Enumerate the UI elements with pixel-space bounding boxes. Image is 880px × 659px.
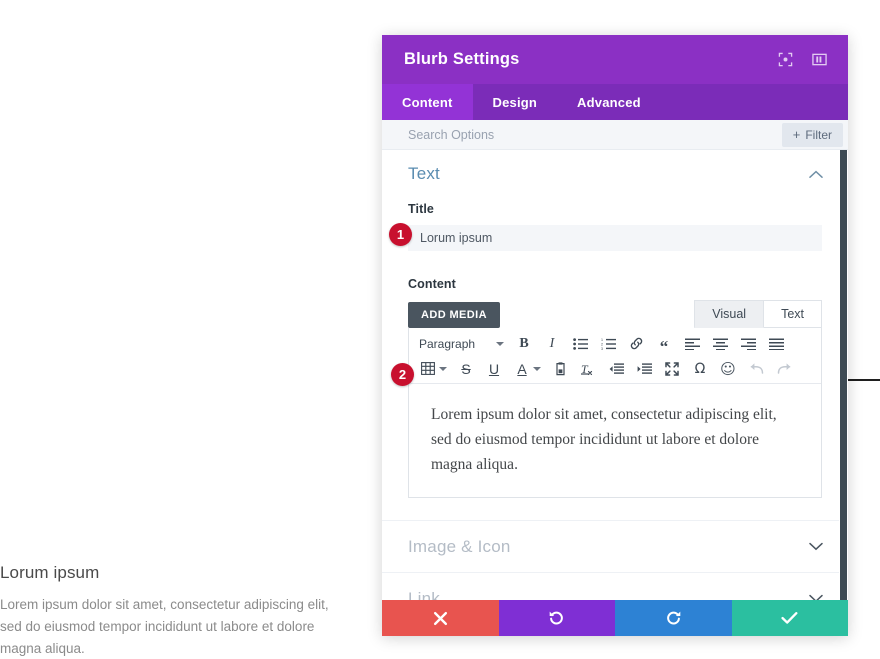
paste-as-text-icon[interactable] bbox=[546, 357, 574, 381]
tab-design[interactable]: Design bbox=[473, 84, 558, 120]
strikethrough-icon[interactable]: S bbox=[452, 357, 480, 381]
annotation-badge-1: 1 bbox=[389, 223, 412, 246]
editor-paragraph: Lorem ipsum dolor sit amet, consectetur … bbox=[431, 406, 777, 474]
content-field-label: Content bbox=[408, 277, 456, 291]
svg-text:3: 3 bbox=[601, 347, 603, 350]
italic-icon[interactable]: I bbox=[538, 332, 566, 356]
redo-icon[interactable] bbox=[770, 357, 798, 381]
cancel-button[interactable] bbox=[382, 600, 499, 636]
fullscreen-icon[interactable] bbox=[658, 357, 686, 381]
undo-icon[interactable] bbox=[742, 357, 770, 381]
close-x-icon bbox=[433, 611, 447, 625]
plus-icon: + bbox=[792, 127, 801, 142]
chevron-down-icon[interactable] bbox=[808, 591, 824, 600]
page-preview-blurb: Lorum ipsum Lorem ipsum dolor sit amet, … bbox=[0, 563, 330, 659]
underline-icon[interactable]: U bbox=[480, 357, 508, 381]
align-right-icon[interactable] bbox=[734, 332, 762, 356]
section-text: Text Title Content ADD MEDIA bbox=[382, 150, 848, 522]
text-color-menu[interactable]: A bbox=[508, 357, 546, 381]
checkmark-icon bbox=[781, 612, 798, 624]
editor-mode-tabs: Visual Text bbox=[694, 300, 822, 328]
redo-arrow-icon bbox=[666, 611, 681, 625]
paragraph-format-select[interactable]: Paragraph bbox=[414, 337, 510, 351]
outdent-icon[interactable] bbox=[602, 357, 630, 381]
screen: Lorum ipsum Lorem ipsum dolor sit amet, … bbox=[0, 0, 880, 659]
tab-content[interactable]: Content bbox=[382, 84, 473, 120]
chevron-down-icon bbox=[533, 366, 541, 371]
svg-text:1: 1 bbox=[601, 338, 603, 342]
align-left-icon[interactable] bbox=[678, 332, 706, 356]
add-media-button[interactable]: ADD MEDIA bbox=[408, 302, 500, 328]
preview-body: Lorem ipsum dolor sit amet, consectetur … bbox=[0, 597, 329, 656]
fullscreen-target-icon[interactable] bbox=[774, 49, 796, 71]
tab-visual[interactable]: Visual bbox=[694, 300, 765, 328]
filter-button-label: Filter bbox=[805, 127, 832, 142]
search-input[interactable] bbox=[382, 120, 782, 149]
emoji-icon[interactable]: ☺ bbox=[714, 357, 742, 381]
section-text-content: Title Content ADD MEDIA Visual Text bbox=[382, 202, 848, 520]
undo-arrow-icon bbox=[549, 611, 564, 625]
modal-title: Blurb Settings bbox=[404, 50, 520, 68]
modal-footer bbox=[382, 600, 848, 636]
section-link-title: Link bbox=[408, 588, 440, 600]
title-input[interactable] bbox=[408, 225, 822, 251]
tab-text[interactable]: Text bbox=[764, 300, 822, 328]
editor-toolbar-row-2: S U A T Ω ☺ bbox=[414, 356, 816, 381]
align-justify-icon[interactable] bbox=[762, 332, 790, 356]
align-center-icon[interactable] bbox=[706, 332, 734, 356]
blockquote-icon[interactable]: “ bbox=[650, 332, 678, 356]
table-menu[interactable] bbox=[414, 357, 452, 381]
save-button[interactable] bbox=[731, 600, 848, 636]
content-editor: Paragraph B I 1 2 3 “ S U A T Ω ☺ Lorem … bbox=[408, 328, 822, 499]
chevron-down-icon bbox=[439, 366, 447, 371]
paragraph-format-label: Paragraph bbox=[419, 336, 476, 351]
search-options-row: + Filter bbox=[382, 120, 848, 150]
chevron-up-icon[interactable] bbox=[808, 166, 824, 182]
editor-top-row: ADD MEDIA Visual Text bbox=[408, 300, 822, 328]
editor-text-area[interactable]: Lorem ipsum dolor sit amet, consectetur … bbox=[409, 384, 821, 498]
modal-scrollbar[interactable] bbox=[839, 150, 848, 600]
preview-title: Lorum ipsum bbox=[0, 563, 100, 582]
filter-button[interactable]: + Filter bbox=[781, 122, 843, 147]
blurb-settings-modal: Blurb Settings Content Design Advanced S… bbox=[382, 35, 848, 636]
clear-formatting-icon[interactable]: T bbox=[574, 357, 602, 381]
modal-scroll-body: Text Title Content ADD MEDIA bbox=[382, 150, 848, 600]
editor-toolbar-row-1: Paragraph B I 1 2 3 “ bbox=[414, 331, 816, 356]
indent-icon[interactable] bbox=[630, 357, 658, 381]
section-image-icon: Image & Icon bbox=[382, 521, 848, 574]
numbered-list-icon[interactable]: 1 2 3 bbox=[594, 332, 622, 356]
panel-layout-icon[interactable] bbox=[808, 49, 830, 71]
chevron-down-icon[interactable] bbox=[808, 539, 824, 555]
undo-button[interactable] bbox=[498, 600, 615, 636]
special-character-icon[interactable]: Ω bbox=[686, 357, 714, 381]
section-image-icon-title: Image & Icon bbox=[408, 536, 511, 556]
modal-tabs: Content Design Advanced bbox=[382, 84, 848, 120]
section-text-header[interactable]: Text bbox=[382, 150, 848, 198]
bold-icon[interactable]: B bbox=[510, 332, 538, 356]
section-text-title: Text bbox=[408, 164, 440, 183]
table-icon[interactable] bbox=[414, 357, 442, 381]
title-field-label: Title bbox=[408, 202, 434, 216]
editor-toolbar: Paragraph B I 1 2 3 “ S U A T Ω ☺ bbox=[409, 328, 821, 384]
section-image-icon-header[interactable]: Image & Icon bbox=[382, 521, 848, 572]
chevron-down-icon bbox=[496, 341, 504, 346]
link-icon[interactable] bbox=[622, 332, 650, 356]
scrollbar-thumb[interactable] bbox=[840, 150, 847, 600]
section-divider-rule bbox=[848, 379, 880, 381]
modal-header: Blurb Settings bbox=[382, 35, 848, 84]
redo-button[interactable] bbox=[615, 600, 732, 636]
section-link: Link bbox=[382, 573, 848, 600]
annotation-badge-2: 2 bbox=[391, 363, 414, 386]
section-link-header[interactable]: Link bbox=[382, 573, 848, 600]
tab-advanced[interactable]: Advanced bbox=[557, 84, 661, 120]
svg-text:2: 2 bbox=[601, 342, 603, 346]
bulleted-list-icon[interactable] bbox=[566, 332, 594, 356]
text-color-icon[interactable]: A bbox=[508, 357, 536, 381]
